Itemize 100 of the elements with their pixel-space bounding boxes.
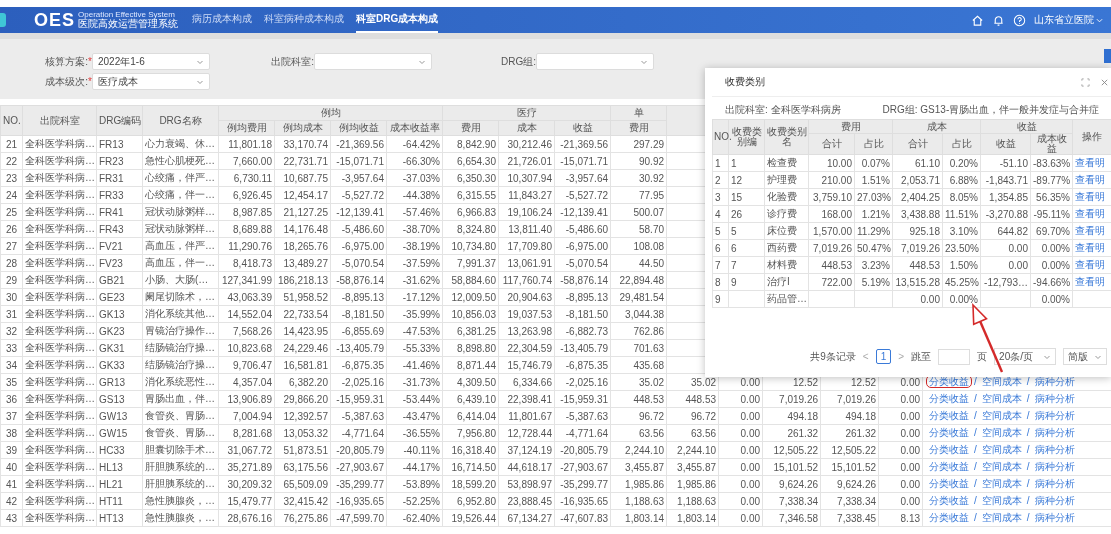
table-cell: -95.11% [1030,205,1073,223]
table-cell: HC33 [96,441,143,459]
table-cell: 7,019.26 [820,390,879,408]
table-cell: 20,904.63 [498,288,555,306]
table-cell [728,290,765,308]
table-cell: HL13 [96,458,143,476]
row-link[interactable]: 分类收益 [926,443,972,456]
row-link[interactable]: 空间成本 [978,494,1025,507]
page-button[interactable]: 1 [875,349,892,364]
table-cell: 18,265.76 [274,237,331,255]
table-cell: 结肠镜治疗操… [142,356,219,374]
row-link[interactable]: 空间成本 [978,460,1025,473]
home-icon[interactable] [971,13,984,27]
table-cell: -44.17% [386,458,443,476]
table-cell: FR23 [96,152,143,170]
table-cell: 3,455.87 [610,458,667,476]
table-cell: 11,801.67 [498,407,555,425]
table-cell: -5,527.72 [330,186,387,204]
table-cell: 全科医学科病… [22,186,97,204]
table-cell: 6,730.11 [218,169,275,187]
nav-tab[interactable]: 科室病种成本构成 [264,7,344,33]
row-link[interactable]: 空间成本 [978,511,1025,524]
link-separator: / [1026,410,1030,421]
table-cell: 96.72 [666,407,719,425]
table-cell: 63.56 [666,424,719,442]
table-cell: 261.32 [820,424,879,442]
row-link[interactable]: 空间成本 [978,375,1025,388]
table-cell: 30,209.32 [218,475,275,493]
link-separator: / [974,393,977,404]
row-link[interactable]: 病种分析 [1031,460,1078,473]
table-cell: 2,244.10 [610,441,667,459]
table-cell: -4,771.64 [554,424,611,442]
table-cell: 0.00 [718,441,763,459]
table-cell: 0.20% [942,154,981,172]
close-icon[interactable] [1100,77,1109,87]
table-cell: -35,299.77 [330,475,387,493]
table-cell: GK13 [96,305,143,323]
page-size-select[interactable]: 20条/页 [994,348,1056,365]
table-cell: 高血压，伴一… [142,254,219,272]
table-cell: 30.92 [610,169,667,187]
table-cell: 500.07 [610,203,667,221]
table-cell: 762.86 [610,322,667,340]
row-link[interactable]: 病种分析 [1031,375,1078,388]
row-link[interactable]: 病种分析 [1031,494,1078,507]
row-link[interactable]: 分类收益 [926,426,972,439]
table-cell: 全科医学科病… [22,169,97,187]
table-cell: 3.10% [942,222,981,240]
select-field[interactable] [536,53,654,70]
row-link[interactable]: 病种分析 [1031,511,1078,524]
row-link[interactable]: 病种分析 [1031,392,1078,405]
table-cell: 186,218.13 [274,271,331,289]
help-icon[interactable] [1013,13,1026,27]
row-link[interactable]: 分类收益 [926,392,972,405]
row-link[interactable]: 分类收益 [926,494,972,507]
table-cell: 33,170.74 [274,135,331,153]
link-separator: / [1026,495,1030,506]
user-menu[interactable]: 山东省立医院 [1034,13,1094,27]
table-cell: -2,025.16 [330,373,387,391]
row-link[interactable]: 病种分析 [1031,477,1078,490]
prev-page-button[interactable]: < [862,351,869,362]
table-cell: 31,067.72 [218,441,275,459]
table-cell: -43.47% [386,407,443,425]
mode-select[interactable]: 简版 [1063,348,1107,365]
row-link[interactable]: 分类收益 [926,477,972,490]
fullscreen-icon[interactable] [1081,77,1090,87]
table-cell: 肝胆胰系统的… [142,458,219,476]
table-cell: 494.18 [820,407,879,425]
next-page-button[interactable]: > [898,351,905,362]
table-cell: 0.00 [980,239,1031,257]
chevron-down-icon[interactable] [1096,16,1103,24]
table-cell: -37.03% [386,169,443,187]
table-cell: 38 [0,424,23,442]
select-field[interactable]: 2022年1-6 [92,53,210,70]
row-link[interactable]: 空间成本 [978,477,1025,490]
table-cell: 0.00 [718,509,763,527]
row-link[interactable]: 分类收益 [926,409,972,422]
table-cell: FR31 [96,169,143,187]
select-field[interactable]: 医疗成本 [92,73,210,90]
table-cell: -20,805.79 [330,441,387,459]
page-input[interactable] [938,348,971,365]
bell-icon[interactable] [992,13,1005,27]
row-link[interactable]: 空间成本 [978,426,1025,439]
link-separator: / [974,478,977,489]
row-link[interactable]: 病种分析 [1031,409,1078,422]
table-cell: -41.46% [386,356,443,374]
row-link[interactable]: 病种分析 [1031,443,1078,456]
row-link[interactable]: 空间成本 [978,409,1025,422]
row-link[interactable]: 病种分析 [1031,426,1078,439]
table-cell: 11,843.27 [498,186,555,204]
table-cell: 1,570.00 [808,222,855,240]
table-cell: 10,856.03 [442,305,499,323]
nav-tab[interactable]: 病历成本构成 [192,7,252,33]
row-link[interactable]: 空间成本 [978,392,1025,405]
select-field[interactable] [314,53,432,70]
table-cell: 51,958.52 [274,288,331,306]
table-cell: 77.95 [610,186,667,204]
table-cell: 32,415.42 [274,492,331,510]
row-link[interactable]: 分类收益 [926,460,972,473]
row-link[interactable]: 分类收益 [926,511,972,524]
row-link[interactable]: 空间成本 [978,443,1025,456]
